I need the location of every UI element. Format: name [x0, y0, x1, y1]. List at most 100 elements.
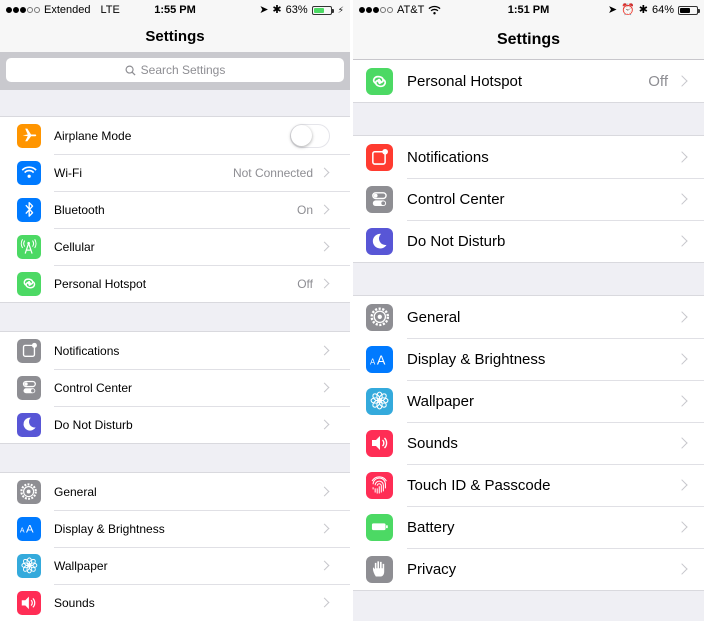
settings-row-control-center[interactable]: Control Center — [353, 178, 704, 220]
settings-row-airplane-mode[interactable]: Airplane Mode — [0, 117, 350, 154]
signal-strength-icon — [6, 7, 40, 13]
settings-row-sounds[interactable]: Sounds — [353, 422, 704, 464]
toggle-knob — [291, 124, 312, 146]
row-label: Do Not Disturb — [54, 417, 133, 432]
row-label: Touch ID & Passcode — [407, 476, 551, 494]
row-value: On — [296, 202, 313, 217]
hotspot-icon — [17, 271, 41, 296]
row-label: Sounds — [54, 595, 95, 610]
control-center-icon — [366, 185, 393, 213]
settings-row-bluetooth[interactable]: Bluetooth On — [0, 191, 350, 228]
row-label: Personal Hotspot — [407, 72, 523, 90]
signal-dot — [20, 7, 26, 13]
battery-indicator-icon — [311, 5, 334, 15]
row-label: Bluetooth — [54, 202, 105, 217]
display-icon: AA — [17, 516, 41, 541]
settings-row-notifications[interactable]: Notifications — [353, 136, 704, 178]
row-label: General — [54, 484, 97, 499]
airplane-mode-toggle[interactable] — [290, 123, 330, 148]
row-label: Display & Brightness — [54, 521, 165, 536]
chevron-right-icon — [676, 437, 688, 449]
chevron-right-icon — [319, 345, 330, 356]
svg-text:A: A — [370, 357, 376, 366]
chevron-right-icon — [676, 479, 688, 491]
gear-icon — [17, 479, 41, 504]
settings-row-notifications[interactable]: Notifications — [0, 332, 350, 369]
settings-row-display-and-brightness[interactable]: A A Display & Brightness — [0, 510, 350, 547]
alarm-icon: ⏰ — [621, 3, 635, 16]
sounds-icon — [366, 429, 393, 457]
signal-dot — [387, 7, 393, 13]
svg-text:A: A — [26, 524, 34, 536]
settings-row-general[interactable]: General — [353, 296, 704, 338]
network-type: LTE — [100, 4, 120, 16]
settings-row-wi-fi[interactable]: Wi-Fi Not Connected — [0, 154, 350, 191]
settings-row-privacy[interactable]: Privacy — [353, 548, 704, 590]
chevron-right-icon — [319, 560, 330, 571]
bluetooth-icon — [17, 197, 41, 222]
settings-row-wallpaper[interactable]: Wallpaper — [0, 547, 350, 584]
sounds-icon — [17, 590, 41, 615]
battery-percent: 64% — [651, 4, 674, 16]
signal-dot — [34, 7, 40, 13]
settings-row-cellular[interactable]: Cellular — [0, 228, 350, 265]
chevron-right-icon — [676, 193, 688, 205]
chevron-right-icon — [319, 204, 330, 215]
chevron-right-icon — [319, 419, 330, 430]
chevron-right-icon — [676, 235, 688, 247]
status-bar: Extended LTE 1:55 PM ➤ ✱ 63% ⚡ — [0, 0, 350, 20]
search-icon — [125, 65, 136, 76]
chevron-right-icon — [319, 167, 330, 178]
row-value: Not Connected — [232, 165, 313, 180]
settings-row-control-center[interactable]: Control Center — [0, 369, 350, 406]
settings-row-touch-id-and-passcode[interactable]: Touch ID & Passcode — [353, 464, 704, 506]
row-label: Display & Brightness — [407, 350, 546, 368]
chevron-right-icon — [676, 353, 688, 365]
moon-icon — [366, 227, 393, 255]
chevron-right-icon — [676, 75, 688, 87]
notifications-group: Notifications Control Center Do Not Distur… — [0, 331, 350, 444]
signal-dot — [380, 7, 386, 13]
notifications-icon — [366, 143, 393, 171]
chevron-right-icon — [676, 151, 688, 163]
settings-row-wallpaper[interactable]: Wallpaper — [353, 380, 704, 422]
search-input[interactable]: Search Settings — [6, 58, 344, 82]
settings-row-do-not-disturb[interactable]: Do Not Disturb — [353, 220, 704, 262]
settings-row-display-and-brightness[interactable]: A A Display & Brightness — [353, 338, 704, 380]
chevron-right-icon — [319, 241, 330, 252]
left-settings-screen: Extended LTE 1:55 PM ➤ ✱ 63% ⚡ Settings … — [0, 0, 350, 621]
gear-icon — [366, 303, 393, 331]
hotspot-icon — [366, 67, 393, 95]
general-group: General A A Display & Brightness Wallpaper So… — [353, 295, 704, 591]
settings-row-do-not-disturb[interactable]: Do Not Disturb — [0, 406, 350, 443]
svg-text:A: A — [20, 528, 25, 535]
settings-row-personal-hotspot[interactable]: Personal Hotspot Off — [353, 60, 704, 102]
settings-row-battery[interactable]: Battery — [353, 506, 704, 548]
row-label: Wallpaper — [407, 392, 474, 410]
battery-indicator-icon — [678, 5, 700, 15]
chevron-right-icon — [319, 278, 330, 289]
carrier-name: AT&T — [397, 4, 425, 16]
hand-icon — [366, 555, 393, 583]
chevron-right-icon — [319, 486, 330, 497]
signal-dot — [13, 7, 19, 13]
page-title: Settings — [353, 20, 704, 60]
chevron-right-icon — [676, 563, 688, 575]
signal-dot — [359, 7, 365, 13]
page-title: Settings — [0, 20, 350, 52]
row-label: Notifications — [407, 148, 489, 166]
settings-row-general[interactable]: General — [0, 473, 350, 510]
chevron-right-icon — [319, 382, 330, 393]
row-label: Wallpaper — [54, 558, 108, 573]
chevron-right-icon — [319, 523, 330, 534]
general-group: General A A Display & Brightness Wallpaper So… — [0, 472, 350, 621]
wallpaper-icon — [17, 553, 41, 578]
hotspot-group: Personal Hotspot Off — [353, 60, 704, 103]
settings-row-sounds[interactable]: Sounds — [0, 584, 350, 621]
location-icon: ➤ — [259, 3, 269, 16]
connectivity-group: Airplane Mode Wi-Fi Not Connected Bluetooth… — [0, 116, 350, 303]
search-bar: Search Settings — [0, 52, 350, 90]
wifi-icon — [17, 160, 41, 185]
settings-row-personal-hotspot[interactable]: Personal Hotspot Off — [0, 265, 350, 302]
row-value: Off — [297, 276, 313, 291]
